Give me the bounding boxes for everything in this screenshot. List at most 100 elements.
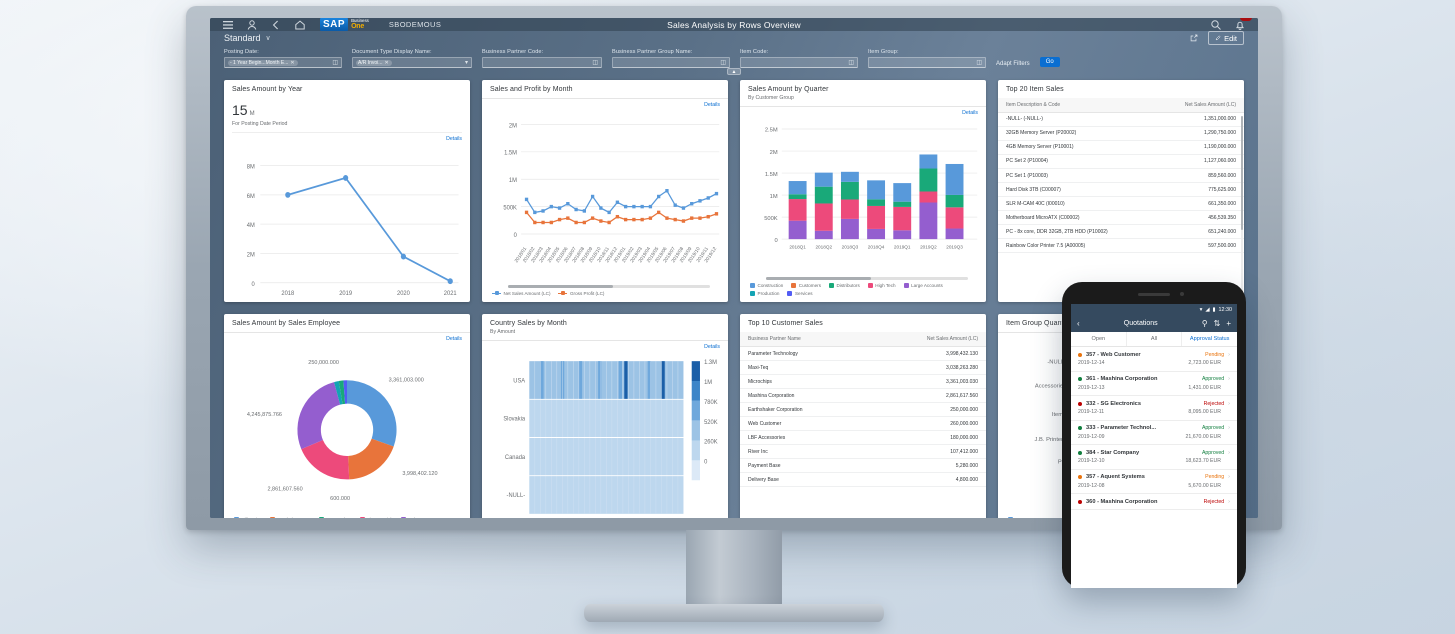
table-row[interactable]: LBF Accessories 180,000.000	[740, 430, 986, 446]
table-row[interactable]: PC Set 2 (P10004) 1,127,060.000	[998, 154, 1244, 170]
table-row[interactable]: PC Set 1 (P10003) 859,560.000	[998, 168, 1244, 184]
list-item[interactable]: 333 - Parameter Technol... Approved › 20…	[1071, 421, 1237, 445]
table-row[interactable]: Delivery Base 4,800.000	[740, 472, 986, 488]
value-help-icon[interactable]: ◫	[592, 59, 598, 66]
column-header[interactable]: Net Sales Amount (LC)	[865, 332, 986, 348]
filter-bar-collapse-handle[interactable]: ▲	[727, 68, 741, 75]
posting-date-input[interactable]: - 1 Year Begin...Month E... ✕ ◫	[224, 57, 342, 68]
table-row[interactable]: Mashina Corporation 2,861,617.560	[740, 388, 986, 404]
legend-item[interactable]: Production	[750, 291, 779, 297]
legend-item[interactable]: James Chan	[318, 517, 352, 518]
chevron-down-icon[interactable]: ∨	[266, 34, 271, 42]
table-top20-item-sales[interactable]: Item Description & Code Net Sales Amount…	[998, 98, 1244, 302]
details-link[interactable]: Details	[482, 341, 728, 350]
legend-item[interactable]: Net Sales Amount (LC)	[492, 291, 550, 296]
table-row[interactable]: River Inc 107,412.000	[740, 444, 986, 460]
table-row[interactable]: Maxi-Teq 3,038,263.280	[740, 360, 986, 376]
table-row[interactable]: Payment Base 5,280.000	[740, 458, 986, 474]
list-item[interactable]: 332 - SG Electronics Rejected › 2019-12-…	[1071, 396, 1237, 421]
legend-item[interactable]: Bill Levine	[234, 517, 262, 518]
home-icon[interactable]	[294, 19, 306, 31]
table-top10-customer-sales[interactable]: Business Partner Name Net Sales Amount (…	[740, 332, 986, 518]
chevron-down-icon[interactable]: ▾	[465, 59, 468, 66]
table-row[interactable]: Motherboard MicroATX (C00002) 456,539.350	[998, 210, 1244, 226]
chart-country-sales-by-month[interactable]: USA Slovakia Canada -NULL- 2018/01 2018/…	[482, 350, 728, 518]
tab-open[interactable]: Open	[1071, 332, 1127, 346]
table-row[interactable]: SLR M-CAM 40C (I00010) 661,350.000	[998, 196, 1244, 212]
back-icon[interactable]	[270, 19, 282, 31]
chevron-right-icon[interactable]: ›	[1228, 450, 1230, 456]
variant-label[interactable]: Standard	[224, 33, 261, 43]
list-item[interactable]: 384 - Star Company Approved › 2019-12-10…	[1071, 445, 1237, 470]
tab-all[interactable]: All	[1127, 332, 1183, 346]
table-row[interactable]: -NULL- (-NULL-) 1,351,000.000	[998, 112, 1244, 128]
chart-sales-amount-by-sales-employee[interactable]: 3,361,003.000 3,998,402.120 250,000.000 …	[224, 342, 470, 514]
chart-sales-amount-by-quarter[interactable]: 2.5M 2M 1.5M 1M 500K 0 2018Q1 2018Q2 201…	[740, 116, 986, 276]
legend-item[interactable]: Distributors	[829, 283, 860, 289]
legend-item[interactable]: Services	[787, 291, 813, 297]
table-scrollbar[interactable]	[1240, 116, 1243, 301]
table-row[interactable]: 4GB Memory Server (P10001) 1,190,000.000	[998, 140, 1244, 156]
adapt-filters-button[interactable]: Adapt Filters	[996, 61, 1030, 67]
close-icon[interactable]: ✕	[384, 60, 388, 66]
bell-icon[interactable]: 40	[1234, 18, 1252, 31]
details-link[interactable]: Details	[224, 333, 470, 342]
chevron-right-icon[interactable]: ›	[1228, 499, 1230, 505]
list-item[interactable]: 357 - Aquent Systems Pending › 2019-12-0…	[1071, 470, 1237, 494]
list-item[interactable]: 360 - Mashina Corporation Rejected ›	[1071, 494, 1237, 510]
document-type-input[interactable]: A/R Invoi... ✕ ▾	[352, 57, 472, 68]
edit-button[interactable]: Edit	[1208, 31, 1244, 45]
legend-item[interactable]: High Tech	[867, 283, 896, 289]
legend-item[interactable]: Sales Manager	[400, 517, 439, 518]
user-icon[interactable]	[246, 19, 258, 31]
list-item[interactable]: 361 - Mashina Corporation Approved › 201…	[1071, 372, 1237, 396]
column-header[interactable]: Business Partner Name	[740, 332, 866, 348]
legend-item[interactable]: Brad Thompson	[270, 517, 311, 518]
details-link[interactable]: Details	[224, 133, 470, 142]
legend-item[interactable]: Customers	[791, 283, 821, 289]
legend-item[interactable]: Construction	[750, 283, 783, 289]
chevron-right-icon[interactable]: ›	[1228, 474, 1230, 480]
chevron-right-icon[interactable]: ›	[1228, 376, 1230, 382]
table-row[interactable]: 32GB Memory Server (P20002) 1,290,750.000	[998, 126, 1244, 142]
value-help-icon[interactable]: ◫	[848, 59, 854, 66]
table-row[interactable]: Microchips 3,361,003.030	[740, 374, 986, 390]
chart-horizontal-scrollbar[interactable]	[766, 277, 968, 281]
search-icon[interactable]	[1210, 19, 1222, 31]
chevron-right-icon[interactable]: ›	[1228, 352, 1230, 358]
legend-item[interactable]: Jim Boswick	[359, 517, 393, 518]
sort-icon[interactable]: ⇅	[1214, 319, 1221, 328]
table-row[interactable]: Earthshaker Corporation 250,000.000	[740, 402, 986, 418]
column-header[interactable]: Item Description & Code	[998, 98, 1155, 113]
list-item[interactable]: 357 - Web Customer Pending › 2019-12-14 …	[1071, 347, 1237, 372]
legend-item[interactable]: Large Accounts	[903, 283, 943, 289]
table-row[interactable]: Hard Disk 3TB (C00007) 775,625.000	[998, 182, 1244, 198]
legend-item[interactable]: Gross Profit (LC)	[558, 291, 604, 296]
table-row[interactable]: Web Customer 260,000.000	[740, 416, 986, 432]
value-help-icon[interactable]: ◫	[720, 59, 726, 66]
item-code-input[interactable]: ◫	[740, 57, 858, 68]
details-link[interactable]: Details	[740, 107, 986, 116]
search-icon[interactable]: ⚲	[1202, 319, 1208, 328]
chart-horizontal-scrollbar[interactable]	[508, 285, 710, 289]
tab-approval-status[interactable]: Approval Status	[1182, 332, 1237, 346]
share-icon[interactable]	[1190, 34, 1198, 42]
table-row[interactable]: Parameter Technology 3,998,432.130	[740, 346, 986, 362]
value-help-icon[interactable]: ◫	[976, 59, 982, 66]
add-icon[interactable]: +	[1226, 319, 1231, 328]
sap-logo[interactable]: SAP Business One	[320, 18, 369, 31]
filter-token[interactable]: A/R Invoi... ✕	[356, 59, 392, 66]
details-link[interactable]: Details	[482, 99, 728, 108]
back-icon[interactable]: ‹	[1077, 319, 1080, 328]
go-button[interactable]: Go	[1039, 57, 1060, 67]
business-partner-code-input[interactable]: ◫	[482, 57, 602, 68]
item-group-input[interactable]: ◫	[868, 57, 986, 68]
chart-sales-and-profit-by-month[interactable]: 2M 1.5M 1M 500K 0 2018/01 2018/02 2018/0…	[482, 108, 728, 284]
value-help-icon[interactable]: ◫	[332, 59, 338, 66]
close-icon[interactable]: ✕	[290, 60, 294, 66]
table-row[interactable]: Rainbow Color Printer 7.5 (A00005) 597,50…	[998, 238, 1244, 254]
chevron-right-icon[interactable]: ›	[1228, 425, 1230, 431]
column-header[interactable]: Net Sales Amount (LC)	[1154, 98, 1244, 113]
chart-sales-amount-by-year[interactable]: 8M 6M 4M 2M 0 2018 2019 2020 2021	[224, 142, 470, 302]
filter-token[interactable]: - 1 Year Begin...Month E... ✕	[228, 59, 298, 66]
